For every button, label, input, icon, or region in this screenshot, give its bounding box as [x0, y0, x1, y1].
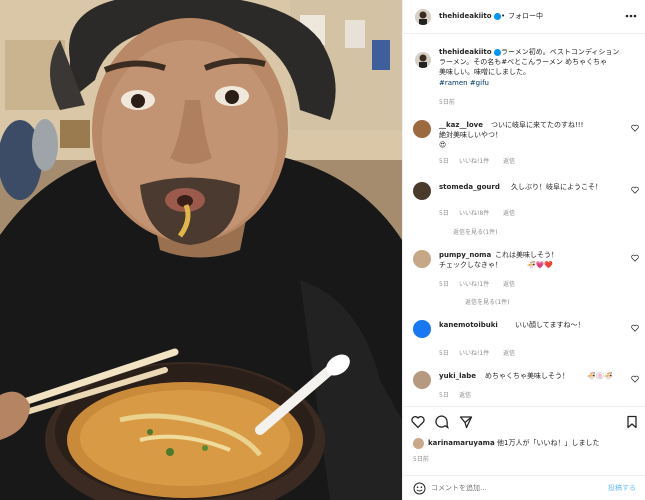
comment-time: 5日	[439, 158, 449, 165]
bookmark-icon[interactable]	[625, 415, 639, 429]
caption-line-1: ラーメン初め。ベストコンディション	[501, 48, 620, 56]
caption-time: 5日前	[439, 99, 455, 106]
caption-username[interactable]: thehideakiito	[439, 48, 492, 57]
share-icon[interactable]	[459, 415, 473, 429]
post-panel: thehideakiito • フォロー中 thehideakiito ラーメン…	[402, 0, 645, 500]
comment-text: いい顔してますね〜！	[515, 321, 585, 329]
verified-badge-icon	[494, 49, 501, 56]
post-comment-button[interactable]: 投稿する	[608, 484, 636, 493]
action-bar	[403, 406, 645, 436]
post-photo[interactable]	[0, 0, 402, 500]
smiley-icon[interactable]	[413, 482, 426, 495]
comment-time: 5日	[439, 392, 449, 399]
author-avatar[interactable]	[415, 9, 431, 25]
comment-reply[interactable]: 返信	[503, 349, 515, 358]
comment-likes[interactable]: いいね!1件	[459, 349, 489, 358]
follow-button[interactable]: フォロー中	[508, 12, 543, 21]
comment-username[interactable]: stomeda_gourd	[439, 183, 500, 192]
more-icon[interactable]	[625, 12, 637, 20]
comment-emoji: 😍	[439, 141, 447, 149]
commenter-avatar[interactable]	[413, 250, 431, 268]
commenter-avatar[interactable]	[413, 182, 431, 200]
commenter-avatar[interactable]	[413, 320, 431, 338]
comment-username[interactable]: __kaz__love	[439, 121, 483, 130]
comment-reply[interactable]: 返信	[503, 157, 515, 166]
caption-line-2: ラーメン。その名も#べとこんラーメン めちゃくちゃ	[439, 58, 608, 66]
comment-text: ついに岐阜に来てたのすね!!!	[491, 121, 584, 129]
header-dot: •	[501, 12, 506, 20]
comment-text: 久しぶり！岐阜にようこそ！	[511, 183, 602, 191]
liker-username[interactable]: karinamaruyama	[428, 439, 495, 448]
commenter-avatar[interactable]	[413, 371, 431, 389]
post-header: thehideakiito • フォロー中	[403, 0, 645, 34]
verified-badge-icon	[494, 13, 501, 20]
comment-username[interactable]: yuki_labe	[439, 372, 476, 381]
comment-emoji: 🍜💗❤️	[527, 261, 554, 269]
heart-icon[interactable]	[631, 324, 639, 332]
comment-reply[interactable]: 返信	[503, 280, 515, 289]
heart-icon[interactable]	[631, 124, 639, 132]
liker-avatar[interactable]	[413, 438, 424, 449]
comment-time: 5日	[439, 350, 449, 357]
comment-reply[interactable]: 返信	[459, 391, 471, 400]
heart-icon[interactable]	[631, 186, 639, 194]
caption-avatar[interactable]	[415, 52, 431, 68]
comment-likes[interactable]: いいね!8件	[459, 209, 489, 218]
caption-hashtags[interactable]: #ramen #gifu	[439, 79, 489, 88]
post-viewer: thehideakiito • フォロー中 thehideakiito ラーメン…	[0, 0, 645, 500]
comment-bar: 投稿する	[403, 475, 645, 500]
comment-text: 絶対美味しいやつ！	[439, 131, 502, 139]
heart-icon[interactable]	[631, 375, 639, 383]
caption-line-3: 美味しい。味噌にしました。	[439, 68, 530, 76]
comment-icon[interactable]	[435, 415, 449, 429]
view-replies[interactable]: 返信を見る(1件)	[465, 298, 510, 307]
comment-emoji: 🍜🍥🍜	[587, 372, 614, 380]
comment-likes[interactable]: いいね!1件	[459, 280, 489, 289]
comment-time: 5日	[439, 210, 449, 217]
commenter-avatar[interactable]	[413, 120, 431, 138]
comment-text: めちゃくちゃ美味しそう！	[485, 372, 569, 380]
likes-text[interactable]: 、他1万人が「いいね！」しました	[490, 439, 599, 448]
view-replies[interactable]: 返信を見る(1件)	[453, 228, 498, 237]
comment-input[interactable]	[431, 481, 591, 495]
comment-text: チェックしなきゃ！	[439, 261, 502, 269]
comment-likes[interactable]: いいね!1件	[459, 157, 489, 166]
photo-illustration	[0, 0, 402, 500]
author-username[interactable]: thehideakiito	[439, 12, 492, 21]
comment-username[interactable]: pumpy_noma	[439, 251, 491, 260]
comment-text: これは美味しそう！	[495, 251, 558, 259]
comment-username[interactable]: kanemotoibuki	[439, 321, 498, 330]
heart-icon[interactable]	[411, 415, 425, 429]
heart-icon[interactable]	[631, 254, 639, 262]
post-date: 5日前	[413, 456, 429, 463]
comment-reply[interactable]: 返信	[503, 209, 515, 218]
comment-time: 5日	[439, 281, 449, 288]
